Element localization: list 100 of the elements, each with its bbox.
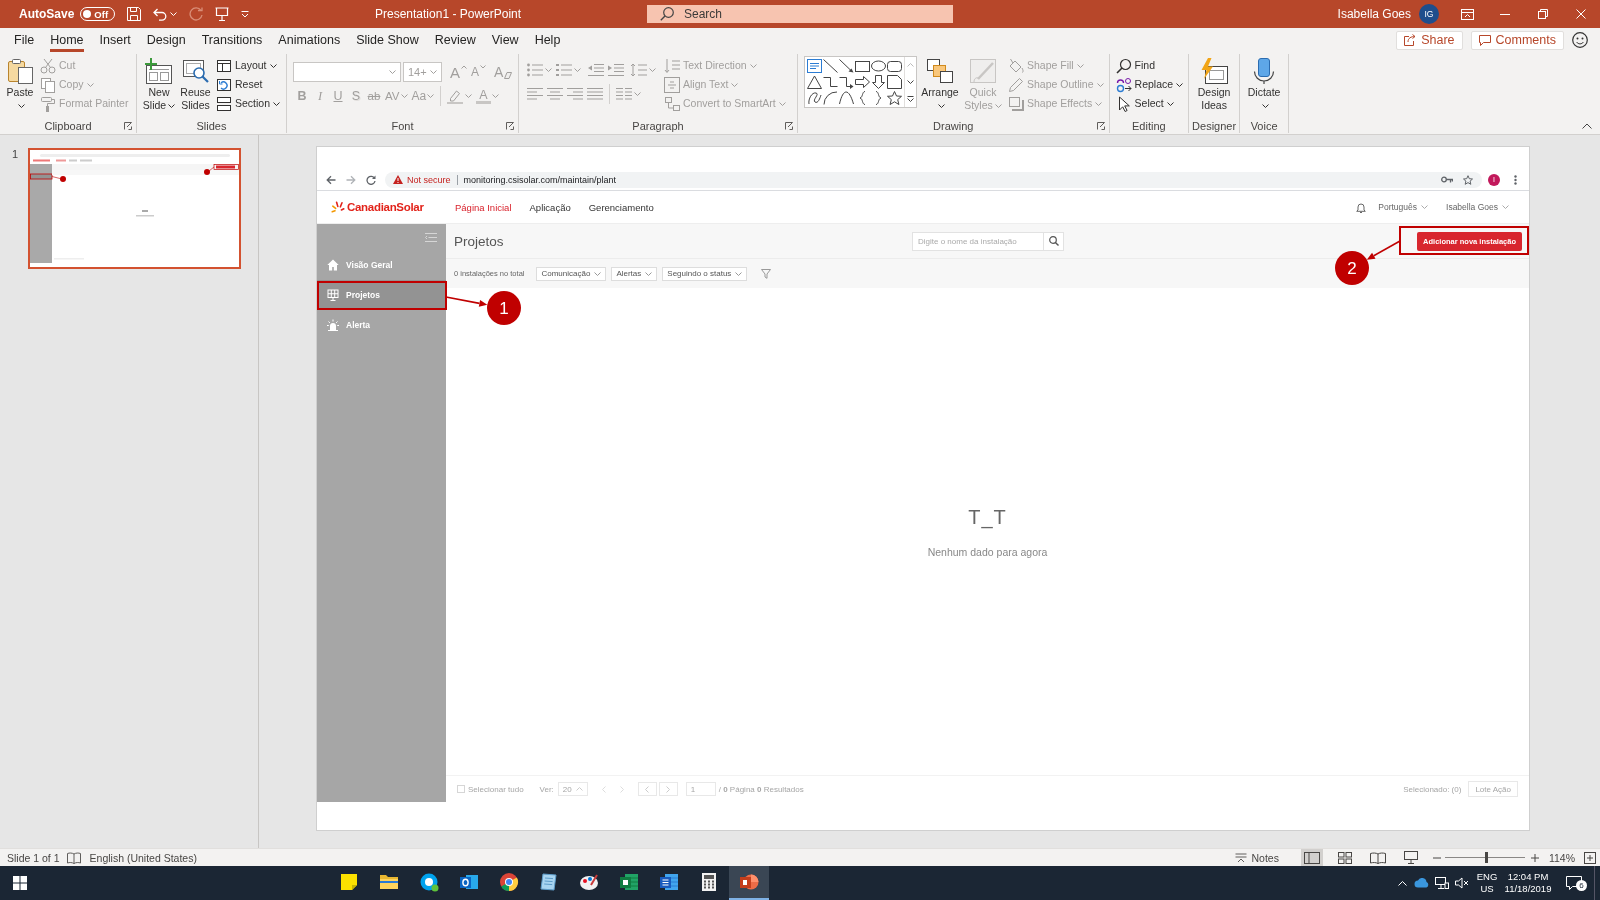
caret-up-icon[interactable]: [1397, 880, 1407, 886]
windows-start-icon[interactable]: [13, 876, 27, 890]
book-icon[interactable]: [66, 851, 81, 864]
funnel-icon[interactable]: [761, 268, 772, 279]
sticky-note-icon[interactable]: [339, 872, 359, 892]
notes-button[interactable]: Notes: [1235, 851, 1279, 864]
section-button[interactable]: Section: [216, 94, 281, 113]
folder-icon[interactable]: [379, 872, 399, 892]
ribbon-tab[interactable]: Review: [426, 28, 484, 52]
smiley-icon[interactable]: [1572, 32, 1588, 48]
ribbon-tab[interactable]: Slide Show: [348, 28, 427, 52]
user-name[interactable]: Isabella Goes: [1337, 7, 1411, 21]
security-warning[interactable]: Not secure: [407, 174, 451, 185]
slide-show-icon[interactable]: [1403, 851, 1418, 864]
reload-icon[interactable]: [366, 174, 376, 185]
zoom-in-icon[interactable]: [1530, 853, 1539, 862]
fit-to-window-icon[interactable]: [1584, 851, 1596, 864]
replace-button[interactable]: Replace: [1115, 75, 1184, 94]
close-icon[interactable]: [1576, 9, 1586, 19]
nav-link[interactable]: Gerenciamento: [588, 201, 654, 213]
find-button[interactable]: Find: [1115, 56, 1184, 75]
star-icon[interactable]: [1463, 174, 1473, 185]
user-menu[interactable]: Isabella Goes: [1446, 202, 1509, 212]
address-bar[interactable]: Not secure monitoring.csisolar.com/maintain/plant: [385, 171, 1482, 188]
dictate-button[interactable]: Dictate: [1244, 54, 1285, 112]
customize-toolbar-icon[interactable]: [241, 10, 250, 18]
freeform-icon[interactable]: [807, 91, 822, 105]
more-shapes-icon[interactable]: [907, 95, 914, 102]
filter-dropdown[interactable]: Seguindo o status: [662, 266, 748, 281]
nav-link[interactable]: Página Inicial: [455, 201, 512, 213]
filter-dropdown[interactable]: Comunicação: [536, 266, 607, 281]
user-avatar[interactable]: IG: [1419, 4, 1439, 24]
layout-button[interactable]: Layout: [216, 56, 281, 75]
presentation-board-icon[interactable]: [215, 7, 230, 21]
muted-speaker-icon[interactable]: [1455, 877, 1469, 889]
zoom-level-button[interactable]: 114%: [1548, 851, 1575, 864]
rounded-rectangle-icon[interactable]: [887, 59, 902, 73]
dialog-launcher-icon[interactable]: [506, 122, 514, 130]
elbow-connector-icon[interactable]: [823, 75, 838, 89]
cloud-icon[interactable]: [1414, 878, 1430, 888]
design-ideas-button[interactable]: Design Ideas: [1193, 54, 1236, 112]
snip-shape-icon[interactable]: [887, 75, 902, 89]
comments-button[interactable]: Comments: [1470, 30, 1564, 50]
key-icon[interactable]: [1441, 176, 1453, 183]
text-box-icon[interactable]: [807, 59, 822, 73]
new-slide-button[interactable]: New Slide: [141, 54, 177, 112]
scroll-down-icon[interactable]: [907, 80, 914, 84]
slide-sorter-icon[interactable]: [1337, 851, 1352, 864]
ribbon-tab[interactable]: Help: [526, 28, 569, 52]
search-field[interactable]: Search: [647, 5, 953, 23]
url-text[interactable]: monitoring.csisolar.com/maintain/plant: [463, 174, 617, 185]
ribbon-tab[interactable]: Transitions: [193, 28, 271, 52]
bell-icon[interactable]: [1356, 201, 1367, 213]
zoom-slider-thumb[interactable]: [1485, 852, 1488, 863]
ribbon-tab[interactable]: View: [483, 28, 527, 52]
nav-link[interactable]: Aplicação: [529, 201, 571, 213]
paint-palette-icon[interactable]: [579, 872, 599, 892]
triangle-icon[interactable]: [807, 75, 822, 89]
undo-icon[interactable]: [153, 7, 168, 21]
dialog-launcher-icon[interactable]: [124, 122, 132, 130]
arrow-line-icon[interactable]: [839, 59, 854, 73]
shapes-gallery[interactable]: [804, 56, 917, 108]
down-arrow-icon[interactable]: [871, 75, 886, 89]
share-button[interactable]: Share: [1396, 30, 1463, 50]
spreadsheet-app-icon[interactable]: [619, 872, 639, 892]
oval-icon[interactable]: [871, 59, 886, 73]
notification-icon[interactable]: [1566, 876, 1582, 890]
ribbon-tab[interactable]: File: [6, 28, 43, 52]
reading-view-icon[interactable]: [1369, 851, 1386, 864]
ribbon-display-options-icon[interactable]: [1460, 8, 1474, 20]
ribbon-tab[interactable]: Design: [138, 28, 194, 52]
back-arrow-icon[interactable]: [326, 174, 336, 185]
rectangle-icon[interactable]: [855, 59, 870, 73]
elbow-arrow-icon[interactable]: [839, 75, 854, 89]
arrange-button[interactable]: Arrange: [920, 54, 960, 112]
arc-icon[interactable]: [823, 91, 838, 105]
ribbon-tab[interactable]: Home: [42, 28, 92, 52]
clock[interactable]: 12:04 PM 11/18/2019: [1502, 866, 1554, 900]
ribbon-tab[interactable]: Animations: [270, 28, 349, 52]
select-button[interactable]: Select: [1115, 94, 1184, 113]
network-icon[interactable]: [1435, 877, 1449, 889]
search-button[interactable]: [1044, 231, 1064, 251]
ribbon-tab[interactable]: Insert: [91, 28, 139, 52]
document-app-icon[interactable]: [659, 872, 679, 892]
calculator-icon[interactable]: [699, 872, 719, 892]
input-language[interactable]: ENG US: [1472, 866, 1502, 900]
minimize-icon[interactable]: [1500, 13, 1510, 15]
collapse-ribbon-icon[interactable]: [1582, 123, 1592, 129]
block-arrow-icon[interactable]: [855, 75, 870, 89]
paste-button[interactable]: Paste: [4, 54, 36, 112]
reuse-slides-button[interactable]: Reuse Slides: [179, 54, 212, 112]
normal-view-icon[interactable]: [1303, 851, 1320, 864]
mail-app-icon[interactable]: [459, 872, 479, 892]
search-field[interactable]: Digite o nome da instalação: [912, 231, 1044, 251]
language-status[interactable]: English (United States): [89, 851, 197, 864]
reset-button[interactable]: Reset: [216, 75, 281, 94]
star-icon[interactable]: [887, 91, 902, 105]
filter-dropdown[interactable]: Alertas: [611, 266, 658, 281]
restore-icon[interactable]: [1538, 9, 1548, 19]
select-all-checkbox[interactable]: [457, 785, 465, 793]
